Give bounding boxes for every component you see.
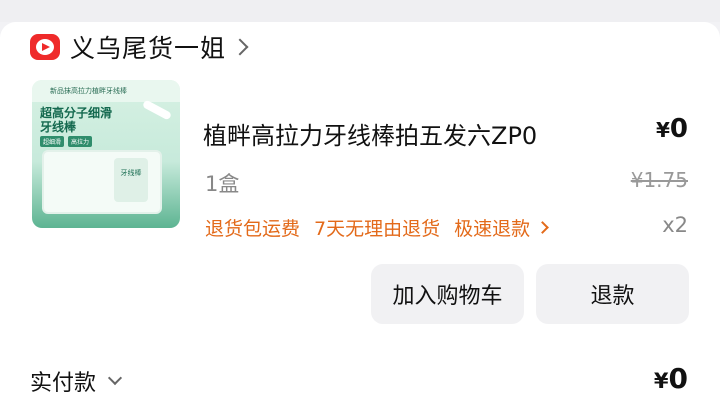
video-play-icon [30,34,60,60]
floss-pick-image [141,99,173,121]
chevron-down-icon [107,370,123,386]
product-thumbnail[interactable]: 新品抹高拉力植畔牙线棒 超高分子细滑 牙线棒 超细滑 高拉力 牙线棒 [32,80,180,228]
service-tags[interactable]: 退货包运费 7天无理由退货 极速退款 [205,214,549,241]
shop-header[interactable]: 义乌尾货一姐 [30,29,249,65]
thumbnail-box-label: 牙线棒 [114,158,148,202]
refund-button[interactable]: 退款 [536,264,689,324]
original-price: ¥1.75 [630,168,688,192]
product-quantity: x2 [662,213,688,237]
chevron-right-icon [231,38,249,56]
thumbnail-title-line1: 超高分子细滑 [40,106,113,120]
paid-amount: ¥0 [654,362,688,395]
product-spec: 1盒 [205,172,240,196]
thumbnail-badges: 超细滑 高拉力 [40,136,93,147]
product-title[interactable]: 植畔高拉力牙线棒拍五发六ZP0 [203,116,537,151]
shop-name[interactable]: 义乌尾货一姐 [70,29,226,65]
price-value: 0 [669,114,688,144]
paid-amount-toggle[interactable]: 实付款 [30,365,123,397]
chevron-right-icon [536,221,549,234]
add-to-cart-button[interactable]: 加入购物车 [371,264,524,324]
thumbnail-title: 超高分子细滑 牙线棒 [40,106,112,134]
thumbnail-badge: 高拉力 [68,136,93,147]
paid-label: 实付款 [30,371,97,396]
paid-value: 0 [668,362,688,395]
thumbnail-top-text: 新品抹高拉力植畔牙线棒 [32,80,180,102]
product-price: ¥0 [656,114,688,144]
tag-7-day-return: 7天无理由退货 [314,218,441,240]
price-currency: ¥ [655,118,670,142]
tag-free-return-shipping: 退货包运费 [205,218,301,240]
tag-fast-refund: 极速退款 [454,218,531,240]
paid-currency: ¥ [653,369,669,393]
product-box-image: 牙线棒 [42,150,162,214]
thumbnail-badge: 超细滑 [40,136,65,147]
thumbnail-title-line2: 牙线棒 [40,120,77,134]
top-strip [0,0,720,22]
